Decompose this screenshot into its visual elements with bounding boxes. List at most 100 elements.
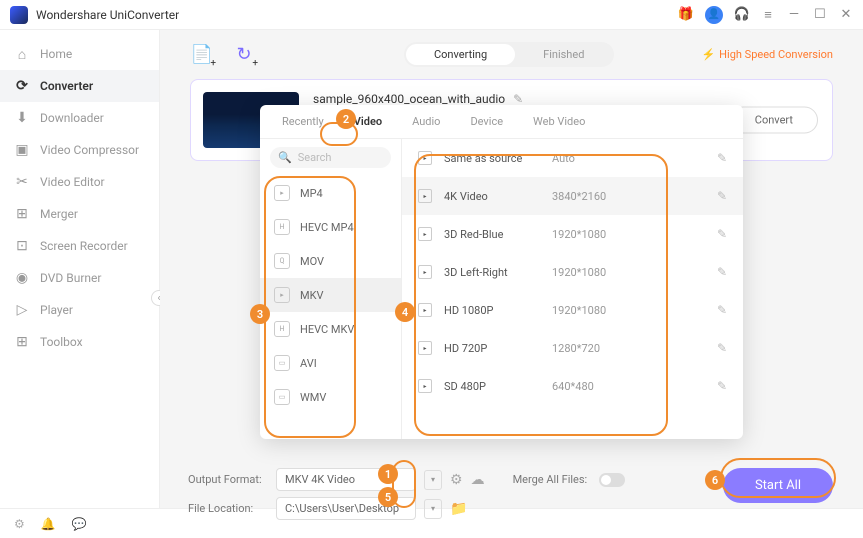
feedback-icon[interactable]: 💬 bbox=[72, 517, 87, 531]
app-title: Wondershare UniConverter bbox=[36, 8, 679, 22]
merge-toggle[interactable] bbox=[599, 473, 625, 487]
popup-body: 🔍Search ▸MP4 HHEVC MP4 QMOV ▸MKV HHEVC M… bbox=[260, 139, 743, 439]
res-480p[interactable]: ▸SD 480P640*480✎ bbox=[402, 367, 743, 405]
format-mov[interactable]: QMOV bbox=[260, 244, 401, 278]
headset-icon[interactable]: 🎧 bbox=[735, 8, 749, 22]
settings-icon[interactable]: ⚙ bbox=[14, 517, 25, 531]
cloud-icon[interactable]: ☁ bbox=[471, 472, 485, 488]
format-hevc-mp4[interactable]: HHEVC MP4 bbox=[260, 210, 401, 244]
sidebar-label: Home bbox=[40, 47, 72, 61]
convert-button[interactable]: Convert bbox=[730, 107, 818, 134]
file-name: sample_960x400_ocean_with_audio bbox=[313, 92, 505, 106]
output-format-dropdown[interactable]: ▾ bbox=[424, 470, 442, 490]
sidebar-label: Downloader bbox=[40, 111, 104, 125]
rename-icon[interactable]: ✎ bbox=[513, 92, 523, 106]
popup-tabs: Recently Video Audio Device Web Video bbox=[260, 105, 743, 139]
sidebar-item-home[interactable]: ⌂Home bbox=[0, 38, 159, 70]
edit-preset-icon[interactable]: ✎ bbox=[717, 303, 727, 317]
sidebar-item-editor[interactable]: ✂ Video Editor bbox=[0, 166, 159, 198]
add-file-button[interactable]: 📄+ bbox=[190, 43, 214, 67]
wmv-icon: ▭ bbox=[274, 389, 290, 405]
downloader-icon: ⬇ bbox=[14, 110, 30, 126]
file-name-row: sample_960x400_ocean_with_audio ✎ bbox=[313, 92, 523, 106]
res-720p[interactable]: ▸HD 720P1280*720✎ bbox=[402, 329, 743, 367]
edit-preset-icon[interactable]: ✎ bbox=[717, 227, 727, 241]
sidebar-item-downloader[interactable]: ⬇ Downloader bbox=[0, 102, 159, 134]
sidebar-item-player[interactable]: ▷Player bbox=[0, 294, 159, 326]
resolution-column: ▸Same as sourceAuto✎ ▸4K Video3840*2160✎… bbox=[402, 139, 743, 439]
sidebar-label: Merger bbox=[40, 207, 78, 221]
res-icon: ▸ bbox=[418, 379, 432, 393]
edit-preset-icon[interactable]: ✎ bbox=[717, 265, 727, 279]
sidebar-item-toolbox[interactable]: ⊞Toolbox bbox=[0, 326, 159, 358]
res-same-source[interactable]: ▸Same as sourceAuto✎ bbox=[402, 139, 743, 177]
hevc-icon: H bbox=[274, 219, 290, 235]
popup-tab-audio[interactable]: Audio bbox=[408, 105, 444, 138]
popup-tab-webvideo[interactable]: Web Video bbox=[529, 105, 589, 138]
sidebar-item-dvd[interactable]: ◉DVD Burner bbox=[0, 262, 159, 294]
merge-label: Merge All Files: bbox=[513, 473, 588, 486]
res-icon: ▸ bbox=[418, 341, 432, 355]
callout-4: 4 bbox=[395, 302, 415, 322]
format-mp4[interactable]: ▸MP4 bbox=[260, 176, 401, 210]
res-icon: ▸ bbox=[418, 303, 432, 317]
editor-icon: ✂ bbox=[14, 174, 30, 190]
sidebar-item-converter[interactable]: ⟳Converter bbox=[0, 70, 159, 102]
format-mkv[interactable]: ▸MKV bbox=[260, 278, 401, 312]
status-tabs: Converting Finished bbox=[404, 42, 614, 67]
tab-converting[interactable]: Converting bbox=[406, 44, 515, 65]
dvd-icon: ◉ bbox=[14, 270, 30, 286]
notification-icon[interactable]: 🔔 bbox=[41, 517, 56, 531]
menu-icon[interactable]: ≡ bbox=[761, 8, 775, 22]
popup-tab-recently[interactable]: Recently bbox=[278, 105, 328, 138]
gpu-icon[interactable]: ⚙ bbox=[450, 472, 463, 488]
res-3d-rb[interactable]: ▸3D Red-Blue1920*1080✎ bbox=[402, 215, 743, 253]
callout-2: 2 bbox=[336, 109, 356, 129]
mkv-icon: ▸ bbox=[274, 287, 290, 303]
search-icon: 🔍 bbox=[278, 151, 292, 164]
start-all-button[interactable]: Start All bbox=[723, 468, 833, 503]
file-location-dropdown[interactable]: ▾ bbox=[424, 499, 442, 519]
app-logo bbox=[10, 6, 28, 24]
maximize-icon[interactable]: ☐ bbox=[813, 8, 827, 22]
bolt-icon: ⚡ bbox=[701, 48, 715, 61]
edit-preset-icon[interactable]: ✎ bbox=[717, 379, 727, 393]
file-location-label: File Location: bbox=[188, 502, 268, 515]
close-icon[interactable]: ✕ bbox=[839, 8, 853, 22]
format-wmv[interactable]: ▭WMV bbox=[260, 380, 401, 414]
res-1080p[interactable]: ▸HD 1080P1920*1080✎ bbox=[402, 291, 743, 329]
res-4k[interactable]: ▸4K Video3840*2160✎ bbox=[402, 177, 743, 215]
sidebar-label: Video Editor bbox=[40, 175, 105, 189]
player-icon: ▷ bbox=[14, 302, 30, 318]
res-icon: ▸ bbox=[418, 189, 432, 203]
sidebar-item-recorder[interactable]: ⊡Screen Recorder bbox=[0, 230, 159, 262]
res-icon: ▸ bbox=[418, 227, 432, 241]
format-avi[interactable]: ▭AVI bbox=[260, 346, 401, 380]
high-speed-toggle[interactable]: ⚡High Speed Conversion bbox=[701, 48, 833, 61]
sidebar-label: Video Compressor bbox=[40, 143, 139, 157]
res-icon: ▸ bbox=[418, 151, 432, 165]
topbar: 📄+ ↻+ Converting Finished ⚡High Speed Co… bbox=[190, 42, 833, 67]
sidebar-item-compressor[interactable]: ▣Video Compressor bbox=[0, 134, 159, 166]
gift-icon[interactable]: 🎁 bbox=[679, 8, 693, 22]
edit-preset-icon[interactable]: ✎ bbox=[717, 151, 727, 165]
format-popup: Recently Video Audio Device Web Video 🔍S… bbox=[260, 105, 743, 439]
add-url-button[interactable]: ↻+ bbox=[232, 43, 256, 67]
footer: Output Format: MKV 4K Video ▾ ⚙ ☁ Merge … bbox=[188, 468, 833, 526]
tab-finished[interactable]: Finished bbox=[515, 44, 612, 65]
res-3d-lr[interactable]: ▸3D Left-Right1920*1080✎ bbox=[402, 253, 743, 291]
edit-preset-icon[interactable]: ✎ bbox=[717, 341, 727, 355]
output-format-label: Output Format: bbox=[188, 473, 268, 486]
format-search[interactable]: 🔍Search bbox=[270, 147, 391, 168]
sidebar-label: Converter bbox=[40, 79, 93, 93]
sidebar-label: Screen Recorder bbox=[40, 239, 128, 253]
callout-5: 5 bbox=[378, 487, 398, 507]
titlebar: Wondershare UniConverter 🎁 👤 🎧 ≡ — ☐ ✕ bbox=[0, 0, 863, 30]
sidebar-item-merger[interactable]: ⊞Merger bbox=[0, 198, 159, 230]
format-hevc-mkv[interactable]: HHEVC MKV bbox=[260, 312, 401, 346]
open-folder-icon[interactable]: 📁 bbox=[450, 501, 467, 517]
popup-tab-device[interactable]: Device bbox=[466, 105, 507, 138]
minimize-icon[interactable]: — bbox=[787, 8, 801, 22]
edit-preset-icon[interactable]: ✎ bbox=[717, 189, 727, 203]
user-avatar[interactable]: 👤 bbox=[705, 6, 723, 24]
